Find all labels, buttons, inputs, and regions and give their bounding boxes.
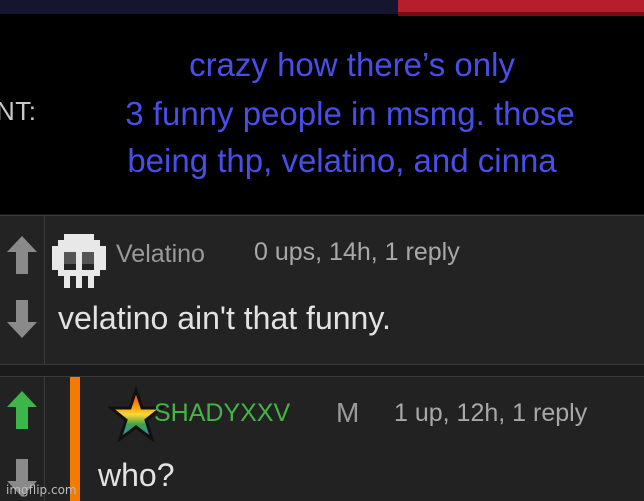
post-image: NT: crazy how there’s only 3 funny peopl… — [0, 0, 644, 214]
image-top-strip — [0, 0, 400, 14]
vote-column — [0, 216, 45, 364]
avatar[interactable] — [52, 234, 106, 288]
image-red-strip — [398, 0, 644, 16]
username[interactable]: SHADYXXV — [154, 399, 290, 428]
comment-meta: 1 up, 12h, 1 reply — [394, 399, 588, 427]
mod-badge: M — [336, 397, 360, 428]
down-arrow-icon[interactable] — [6, 298, 38, 340]
username[interactable]: Velatino — [116, 240, 205, 269]
quote-line-1: crazy how there’s only — [189, 46, 515, 83]
quote-line-2: 3 funny people in msmg. those — [125, 95, 575, 132]
up-arrow-icon[interactable] — [6, 389, 38, 431]
up-arrow-icon[interactable] — [6, 234, 38, 276]
quote-line-3: being thp, velatino, and cinna — [127, 142, 557, 179]
watermark: imgflip.com — [6, 483, 77, 497]
comment-text: velatino ain't that funny. — [58, 300, 391, 336]
comment: Velatino 0 ups, 14h, 1 reply velatino ai… — [0, 215, 644, 365]
comment-meta: 0 ups, 14h, 1 reply — [254, 238, 460, 266]
reply-comment: SHADYXXV M 1 up, 12h, 1 reply who? — [0, 376, 644, 501]
comment-text: who? — [98, 457, 175, 493]
